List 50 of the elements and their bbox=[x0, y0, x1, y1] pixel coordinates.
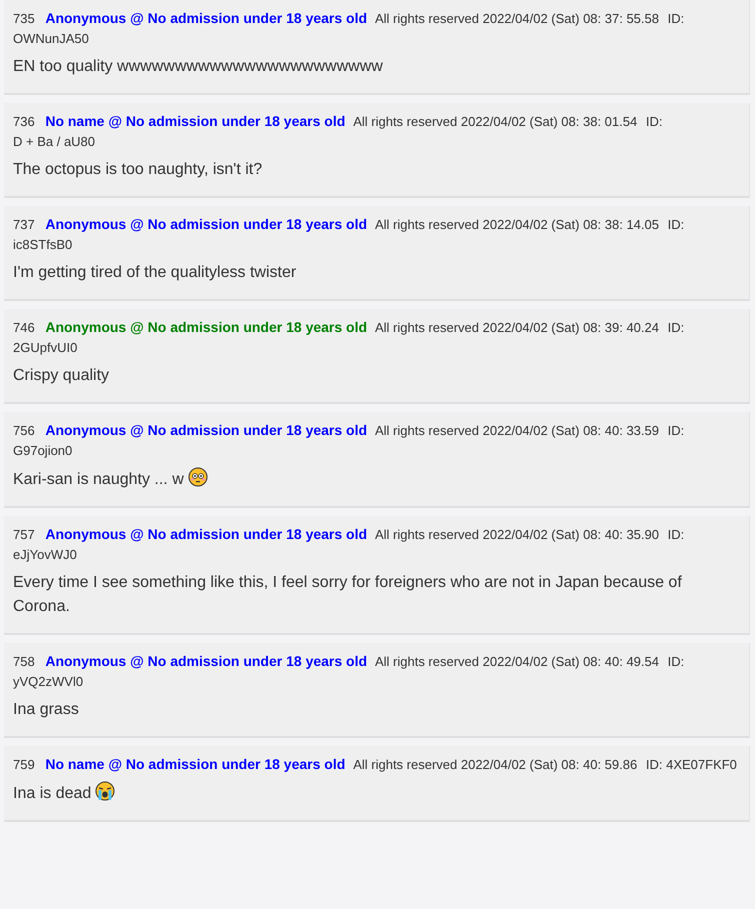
post-number: 735 bbox=[13, 11, 35, 26]
id-label: ID: bbox=[646, 114, 662, 129]
post-number: 759 bbox=[13, 757, 35, 772]
poster-id: D + Ba / aU80 bbox=[13, 134, 96, 149]
post-timestamp: All rights reserved 2022/04/02 (Sat) 08: 37: 55.58 bbox=[374, 11, 659, 26]
post-body: Every time I see something like this, I feel sorry for foreigners who are not in Japan because of Corona. bbox=[13, 574, 682, 615]
post-timestamp: All rights reserved 2022/04/02 (Sat) 08: 38: 14.05 bbox=[374, 217, 659, 232]
post-number: 736 bbox=[13, 114, 35, 129]
post-timestamp: All rights reserved 2022/04/02 (Sat) 08: 40: 35.90 bbox=[374, 527, 659, 542]
post-timestamp: All rights reserved 2022/04/02 (Sat) 08: 40: 33.59 bbox=[374, 423, 659, 438]
crying-face-icon bbox=[95, 781, 116, 801]
post-number: 757 bbox=[13, 527, 35, 542]
poster-id: G97ojion0 bbox=[13, 443, 72, 458]
poster-id: eJjYovWJ0 bbox=[13, 547, 77, 562]
poster-name[interactable]: Anonymous @ No admission under 18 years old bbox=[45, 216, 368, 232]
post-timestamp: All rights reserved 2022/04/02 (Sat) 08: 39: 40.24 bbox=[374, 320, 659, 335]
poster-id: 2GUpfvUI0 bbox=[13, 340, 78, 355]
id-label: ID: bbox=[668, 11, 684, 26]
id-label: ID: bbox=[646, 757, 662, 772]
post-number: 737 bbox=[13, 217, 35, 232]
post-body: I'm getting tired of the qualityless twister bbox=[13, 264, 296, 281]
id-label: ID: bbox=[668, 423, 684, 438]
flushed-face-icon bbox=[188, 467, 208, 487]
poster-name[interactable]: Anonymous @ No admission under 18 years old bbox=[45, 10, 368, 26]
poster-id: yVQ2zWVl0 bbox=[13, 674, 84, 689]
poster-name[interactable]: No name @ No admission under 18 years old bbox=[45, 756, 346, 772]
poster-name[interactable]: Anonymous @ No admission under 18 years old bbox=[45, 526, 368, 542]
id-label: ID: bbox=[668, 527, 684, 542]
post-body: Kari-san is naughty ... w bbox=[13, 471, 184, 488]
post-timestamp: All rights reserved 2022/04/02 (Sat) 08: 40: 49.54 bbox=[374, 654, 659, 669]
post-number: 758 bbox=[13, 654, 35, 669]
post-body: Crispy quality bbox=[13, 367, 110, 384]
post-body: The octopus is too naughty, isn't it? bbox=[13, 161, 262, 178]
post-body: EN too quality wwwwwwwwwwwwwwwwwwwwwww bbox=[13, 58, 383, 75]
poster-id: ic8STfsB0 bbox=[13, 237, 72, 252]
post-number: 756 bbox=[13, 423, 35, 438]
id-label: ID: bbox=[668, 654, 684, 669]
poster-name[interactable]: Anonymous @ No admission under 18 years old bbox=[45, 319, 368, 335]
post-timestamp: All rights reserved 2022/04/02 (Sat) 08: 38: 01.54 bbox=[353, 114, 638, 129]
id-label: ID: bbox=[668, 217, 684, 232]
post-timestamp: All rights reserved 2022/04/02 (Sat) 08: 40: 59.86 bbox=[353, 757, 638, 772]
poster-name[interactable]: Anonymous @ No admission under 18 years old bbox=[45, 653, 368, 669]
id-label: ID: bbox=[668, 320, 684, 335]
post-body: Ina grass bbox=[13, 701, 79, 718]
post-body: Ina is dead bbox=[13, 785, 92, 802]
poster-name[interactable]: No name @ No admission under 18 years old bbox=[45, 113, 346, 129]
post-number: 746 bbox=[13, 320, 35, 335]
poster-id: 4XE07FKF0 bbox=[666, 757, 737, 772]
poster-id: OWNunJA50 bbox=[13, 31, 89, 46]
poster-name[interactable]: Anonymous @ No admission under 18 years old bbox=[45, 422, 368, 438]
